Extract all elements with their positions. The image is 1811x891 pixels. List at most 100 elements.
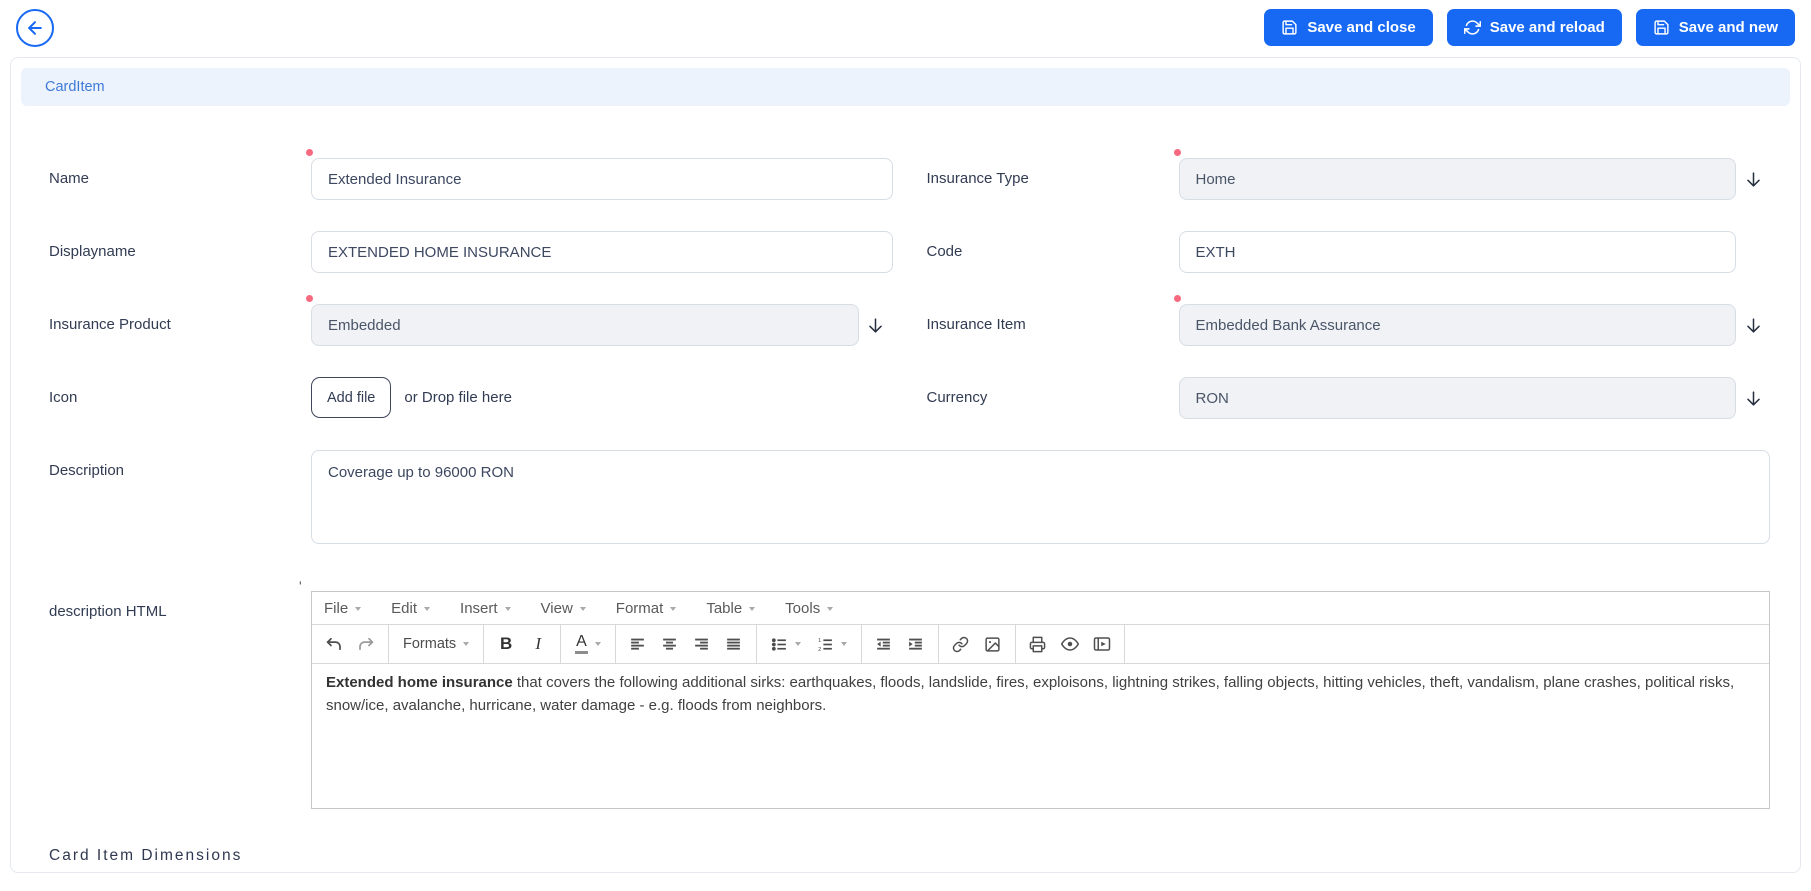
insurance-type-select[interactable]	[1178, 158, 1736, 200]
menu-view[interactable]: View	[541, 600, 586, 617]
required-dot	[306, 149, 313, 156]
preview-button[interactable]	[1054, 628, 1086, 660]
link-icon	[953, 636, 969, 652]
redo-button[interactable]	[350, 628, 382, 660]
media-icon	[1093, 637, 1111, 651]
chevron-down-icon	[504, 606, 511, 611]
outdent-button[interactable]	[868, 628, 900, 660]
print-button[interactable]	[1022, 628, 1054, 660]
text-color-button[interactable]: A	[567, 628, 609, 660]
chevron-down-icon	[424, 606, 431, 611]
description-html-label: description HTML	[49, 603, 167, 620]
bold-button[interactable]: B	[490, 628, 522, 660]
section-heading-card-item-dimensions: Card Item Dimensions	[49, 847, 243, 864]
dropdown-arrow-icon[interactable]	[1736, 316, 1770, 335]
save-icon	[1653, 19, 1670, 36]
link-button[interactable]	[945, 628, 977, 660]
media-button[interactable]	[1086, 628, 1118, 660]
numbered-list-icon: 12	[818, 638, 832, 652]
card-item-form: Name Insurance Type Displayname	[21, 106, 1790, 809]
field-row-insurance-type: Insurance Type	[917, 149, 1771, 200]
save-and-new-button[interactable]: Save and new	[1635, 9, 1795, 46]
name-input[interactable]	[311, 158, 893, 200]
formats-dropdown[interactable]: Formats	[395, 628, 477, 660]
rich-text-editor: ' File Edit Insert View Format Table Too…	[299, 578, 1770, 809]
topbar: Save and close Save and reload Save and …	[0, 0, 1811, 55]
topbar-actions: Save and close Save and reload Save and …	[1264, 9, 1795, 46]
align-right-button[interactable]	[686, 628, 718, 660]
align-center-icon	[663, 638, 677, 650]
required-dot	[306, 295, 313, 302]
chevron-down-icon	[355, 606, 362, 611]
currency-label: Currency	[926, 389, 988, 406]
chevron-down-icon	[463, 642, 470, 646]
add-file-button[interactable]: Add file	[311, 377, 392, 418]
displayname-input[interactable]	[311, 231, 893, 273]
editor-content[interactable]: Extended home insurance that covers the …	[312, 664, 1769, 808]
editor-content-lead: Extended home insurance	[326, 674, 513, 691]
insurance-item-label: Insurance Item	[926, 316, 1026, 333]
field-row-displayname: Displayname	[39, 231, 893, 273]
italic-button[interactable]: I	[522, 628, 554, 660]
menu-tools[interactable]: Tools	[785, 600, 834, 617]
menu-edit[interactable]: Edit	[391, 600, 431, 617]
svg-text:1: 1	[818, 638, 821, 644]
save-and-new-label: Save and new	[1678, 19, 1778, 36]
insurance-type-label: Insurance Type	[926, 170, 1029, 187]
chevron-down-icon	[749, 606, 756, 611]
required-dot	[1173, 149, 1181, 156]
dropdown-arrow-icon[interactable]	[1736, 170, 1770, 189]
dropdown-arrow-icon[interactable]	[1736, 389, 1770, 408]
indent-button[interactable]	[900, 628, 932, 660]
field-row-insurance-item: Insurance Item	[917, 295, 1771, 346]
align-justify-button[interactable]	[718, 628, 750, 660]
field-row-code: Code	[917, 231, 1771, 273]
description-label: Description	[49, 462, 125, 479]
chevron-down-icon	[594, 642, 601, 646]
editor-toolbar: Formats B I A 1 2	[312, 624, 1769, 664]
print-icon	[1030, 636, 1046, 652]
chevron-down-icon	[670, 606, 677, 611]
bullet-list-icon	[771, 637, 786, 651]
image-icon	[985, 636, 1000, 652]
insurance-product-select[interactable]	[311, 304, 859, 346]
reload-icon	[1463, 19, 1481, 36]
menu-table[interactable]: Table	[706, 600, 756, 617]
menu-insert[interactable]: Insert	[460, 600, 511, 617]
editor-menubar: File Edit Insert View Format Table Tools	[312, 592, 1769, 624]
menu-file[interactable]: File	[324, 600, 362, 617]
align-center-button[interactable]	[654, 628, 686, 660]
save-and-close-button[interactable]: Save and close	[1264, 9, 1433, 46]
insurance-item-select[interactable]	[1178, 304, 1736, 346]
name-label: Name	[49, 170, 90, 187]
chevron-down-icon	[840, 642, 847, 646]
editor-content-body: that covers the following additional sir…	[326, 674, 1735, 714]
dropdown-arrow-icon[interactable]	[859, 316, 893, 335]
save-icon	[1281, 19, 1298, 36]
undo-button[interactable]	[318, 628, 350, 660]
field-row-currency: Currency	[917, 377, 1771, 419]
required-dot	[1173, 295, 1181, 302]
image-button[interactable]	[977, 628, 1009, 660]
insurance-product-label: Insurance Product	[49, 316, 171, 333]
menu-format[interactable]: Format	[616, 600, 677, 617]
numbered-list-button[interactable]: 12	[809, 628, 855, 660]
field-row-name: Name	[39, 149, 893, 200]
code-input[interactable]	[1178, 231, 1736, 273]
align-left-button[interactable]	[622, 628, 654, 660]
icon-label: Icon	[49, 389, 78, 406]
undo-icon	[326, 637, 341, 651]
save-and-reload-button[interactable]: Save and reload	[1446, 9, 1622, 46]
drop-file-hint: or Drop file here	[404, 389, 512, 406]
field-row-description: Description Coverage up to 96000 RON	[39, 450, 1770, 544]
eye-icon	[1060, 637, 1079, 651]
back-button[interactable]	[16, 8, 54, 47]
description-textarea[interactable]: Coverage up to 96000 RON	[311, 450, 1770, 544]
chevron-down-icon	[827, 606, 834, 611]
bullet-list-button[interactable]	[763, 628, 809, 660]
align-justify-icon	[727, 638, 741, 650]
code-label: Code	[926, 243, 963, 260]
displayname-label: Displayname	[49, 243, 136, 260]
arrow-left-icon	[25, 18, 45, 38]
currency-select[interactable]	[1178, 377, 1736, 419]
